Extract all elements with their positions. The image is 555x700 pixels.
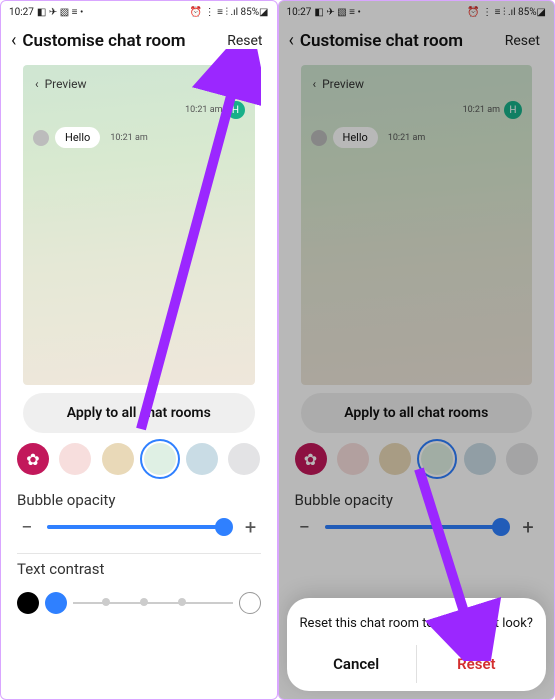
screenshot-left-normal: 10:27 ◧ ✈ ▧ ≡ • ⏰ ⋮ ≡ ⫶ .ıl 85%◪ ‹ Custo…	[0, 0, 278, 700]
swatch-grey[interactable]	[228, 443, 260, 475]
theme-picker-icon[interactable]: ✿	[17, 443, 49, 475]
swatch-tan[interactable]	[379, 443, 411, 475]
opacity-thumb[interactable]	[492, 518, 510, 536]
apply-all-button[interactable]: Apply to all chat rooms	[23, 393, 255, 433]
swatch-blue[interactable]	[186, 443, 218, 475]
opacity-slider[interactable]: − +	[1, 515, 277, 539]
opacity-track[interactable]	[325, 525, 509, 529]
clock-text: 10:27	[9, 7, 34, 18]
swatch-grey[interactable]	[506, 443, 538, 475]
contrast-light-icon[interactable]	[239, 592, 261, 614]
page-title: Customise chat room	[22, 31, 217, 51]
opacity-minus-icon[interactable]: −	[295, 515, 315, 539]
opacity-label: Bubble opacity	[1, 485, 277, 515]
opacity-thumb[interactable]	[215, 518, 233, 536]
outgoing-time: 10:21 am	[185, 105, 222, 115]
title-bar: ‹ Customise chat room Reset	[279, 23, 555, 59]
swatch-tan[interactable]	[102, 443, 134, 475]
reset-dialog: Reset this chat room to the default look…	[287, 598, 547, 691]
page-title: Customise chat room	[300, 31, 495, 51]
incoming-avatar	[33, 130, 49, 146]
chat-preview: ‹ Preview 10:21 am H Hello 10:21 am	[23, 65, 255, 385]
preview-label: Preview	[45, 77, 87, 91]
preview-back-icon: ‹	[313, 77, 317, 91]
status-bar: 10:27 ◧ ✈ ▧ ≡ • ⏰ ⋮ ≡ ⫶ .ıl 85%◪	[1, 1, 277, 23]
incoming-bubble: Hello	[55, 127, 100, 148]
screenshot-right-dialog: 10:27 ◧ ✈ ▧ ≡ • ⏰ ⋮ ≡ ⫶ .ıl 85%◪ ‹ Custo…	[278, 0, 555, 700]
contrast-label: Text contrast	[1, 554, 277, 584]
opacity-minus-icon[interactable]: −	[17, 515, 37, 539]
preview-back-icon: ‹	[35, 77, 39, 91]
contrast-dark-icon[interactable]	[17, 592, 39, 614]
clock-text: 10:27	[287, 7, 312, 18]
opacity-track[interactable]	[47, 525, 231, 529]
color-swatches: ✿	[279, 433, 555, 485]
swatch-blue[interactable]	[464, 443, 496, 475]
title-bar: ‹ Customise chat room Reset	[1, 23, 277, 59]
status-right-icons: ⏰ ⋮ ≡ ⫶ .ıl 85%◪	[467, 7, 546, 18]
status-left-icons: ◧ ✈ ▧ ≡ •	[314, 7, 360, 18]
contrast-track[interactable]	[73, 602, 233, 604]
chat-preview: ‹ Preview 10:21 am H Hello 10:21 am	[301, 65, 533, 385]
incoming-bubble: Hello	[333, 127, 378, 148]
incoming-avatar	[311, 130, 327, 146]
opacity-slider[interactable]: − +	[279, 515, 555, 539]
swatch-pink[interactable]	[59, 443, 91, 475]
preview-label: Preview	[322, 77, 364, 91]
incoming-time: 10:21 am	[110, 133, 147, 143]
dialog-message: Reset this chat room to the default look…	[297, 616, 537, 631]
reset-button[interactable]: Reset	[501, 31, 544, 51]
status-left-icons: ◧ ✈ ▧ ≡ •	[37, 7, 83, 18]
contrast-thumb[interactable]	[45, 592, 67, 614]
back-icon[interactable]: ‹	[289, 32, 294, 50]
outgoing-avatar: H	[504, 101, 522, 119]
incoming-time: 10:21 am	[388, 133, 425, 143]
apply-all-button[interactable]: Apply to all chat rooms	[301, 393, 533, 433]
dialog-reset-button[interactable]: Reset	[417, 645, 536, 683]
opacity-plus-icon[interactable]: +	[241, 515, 261, 539]
outgoing-time: 10:21 am	[463, 105, 500, 115]
opacity-label: Bubble opacity	[279, 485, 555, 515]
reset-button[interactable]: Reset	[223, 31, 266, 51]
status-right-icons: ⏰ ⋮ ≡ ⫶ .ıl 85%◪	[190, 7, 269, 18]
dialog-cancel-button[interactable]: Cancel	[297, 645, 416, 683]
swatch-pink[interactable]	[337, 443, 369, 475]
color-swatches: ✿	[1, 433, 277, 485]
outgoing-avatar: H	[227, 101, 245, 119]
swatch-mint-selected[interactable]	[144, 443, 176, 475]
contrast-slider[interactable]	[1, 584, 277, 614]
theme-picker-icon[interactable]: ✿	[295, 443, 327, 475]
status-bar: 10:27 ◧ ✈ ▧ ≡ • ⏰ ⋮ ≡ ⫶ .ıl 85%◪	[279, 1, 555, 23]
opacity-plus-icon[interactable]: +	[518, 515, 538, 539]
back-icon[interactable]: ‹	[11, 32, 16, 50]
swatch-mint-selected[interactable]	[421, 443, 453, 475]
